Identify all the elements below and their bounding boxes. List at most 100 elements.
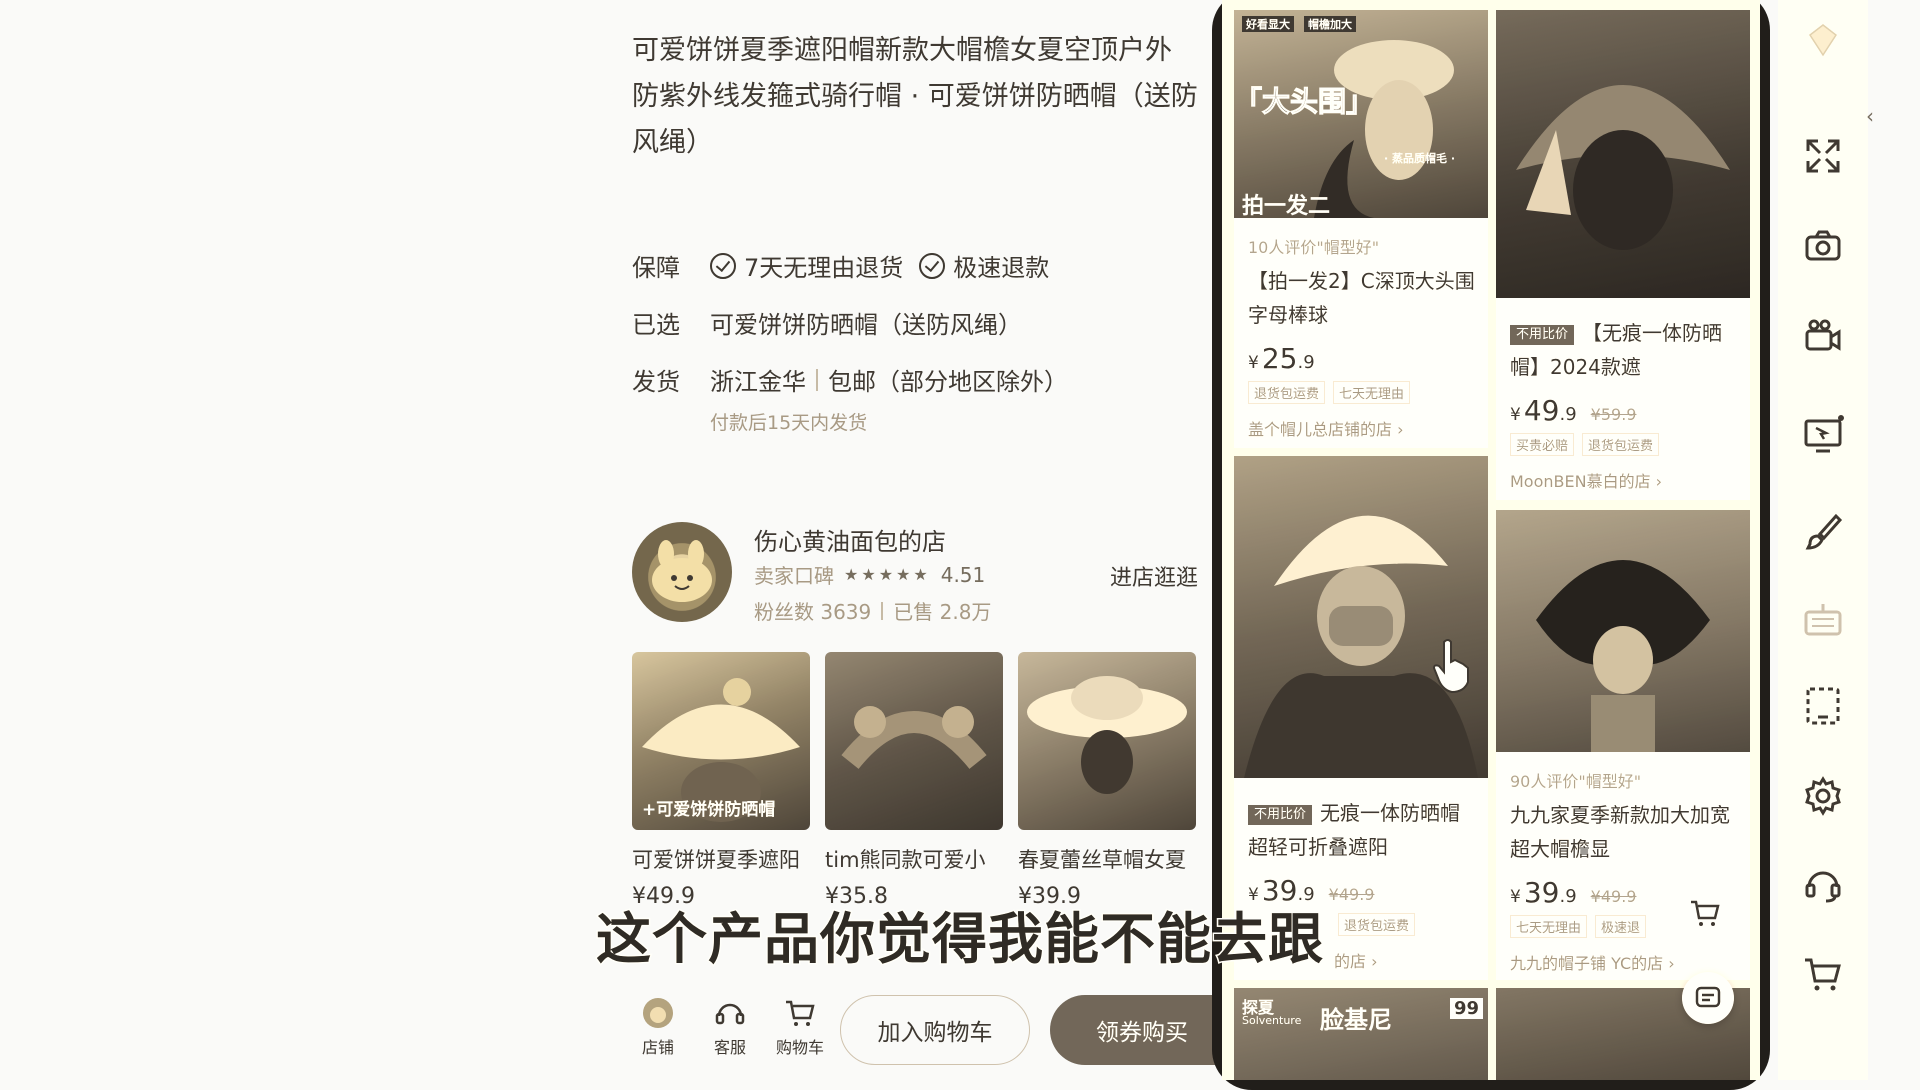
product-title: 可爱饼饼夏季遮阳帽新款大帽檐女夏空顶户外 防紫外线发箍式骑行帽 · 可爱饼饼防晒… (632, 28, 1212, 166)
service-badge: 退货包运费 (1338, 913, 1416, 936)
recommend-title: tim熊同款可爱小 (825, 848, 986, 872)
brand-label-en: Solventure (1242, 1014, 1302, 1027)
chat-float-button[interactable] (1682, 972, 1734, 1024)
add-to-cart-button[interactable]: 加入购物车 (840, 995, 1030, 1065)
selected-sku-row[interactable]: 已选 可爱饼饼防晒帽（送防风绳） (632, 305, 1022, 340)
original-price: ¥49.9 (1590, 887, 1637, 906)
yen-symbol: ¥ (1510, 887, 1521, 907)
coupon-buy-button[interactable]: 领券购买 (1050, 995, 1220, 1065)
chat-icon (1695, 986, 1721, 1008)
price-badge: 99 (1450, 998, 1484, 1019)
enter-shop-link[interactable]: 进店逛逛 (1110, 560, 1198, 592)
feed-card-title: 不用比价 无痕一体防晒帽超轻可折叠遮阳 (1248, 796, 1478, 864)
headset-icon (713, 996, 747, 1030)
shipping-note: 付款后15天内发货 (710, 412, 868, 434)
image-promo: 拍一发二 (1242, 194, 1331, 218)
feed-card-shop[interactable]: MoonBEN慕白的店 › (1510, 468, 1750, 492)
recommend-item[interactable]: 春夏蕾丝草帽女夏 ¥39.9 (1018, 652, 1196, 909)
shopping-cart-icon[interactable] (1797, 948, 1849, 1000)
screen-region-icon[interactable] (1797, 680, 1849, 732)
video-subtitle: 这个产品你觉得我能不能去跟 (594, 906, 1325, 973)
add-cart-icon[interactable] (1688, 896, 1722, 930)
store-icon (641, 996, 675, 1030)
recommend-title: 可爱饼饼夏季遮阳 (632, 848, 800, 872)
shop-rating: 卖家口碑 ★★★★★ 4.51 (754, 560, 985, 589)
no-compare-tag: 不用比价 (1510, 325, 1575, 345)
feed-card-price: ¥49.9 ¥59.9 (1510, 394, 1750, 427)
feed-card-image: 好看显大 帽檐加大 「大头围」 · 蒸品质帽毛 · 拍一发二 (1234, 10, 1488, 218)
rating-stars-icon: ★★★★★ (844, 565, 931, 584)
collapse-arrow-icon[interactable]: ‹ (1866, 104, 1874, 128)
feed-card-badges: 退货包运费 七天无理由 (1248, 381, 1488, 404)
store-button[interactable]: 店铺 (628, 996, 688, 1058)
feed-card-image (1496, 510, 1750, 752)
price-int: 25 (1261, 342, 1298, 375)
store-label: 店铺 (641, 1038, 674, 1057)
feed-card[interactable]: 不用比价 【无痕一体防晒帽】2024款遮 ¥49.9 ¥59.9 买贵必赔 退货包运… (1496, 10, 1750, 500)
emulator-toolbar (1778, 0, 1868, 1080)
recommend-item[interactable]: +可爱饼饼防晒帽 可爱饼饼夏季遮阳 ¥49.9 (632, 652, 810, 909)
product-title-line: 风绳） (632, 127, 713, 158)
no-compare-tag: 不用比价 (1248, 805, 1313, 825)
service-button[interactable]: 客服 (700, 996, 760, 1058)
feed-card-image (1496, 10, 1750, 298)
divider (881, 601, 884, 620)
shipping-origin: 浙江金华 (710, 368, 806, 396)
guarantee-return: 7天无理由退货 (744, 254, 904, 282)
image-caption: · 蒸品质帽毛 · (1384, 152, 1456, 165)
feed-card-shop[interactable]: 九九的帽子铺 YC的店 › (1510, 950, 1750, 974)
hat-image (1536, 560, 1710, 752)
shop-name[interactable]: 伤心黄油面包的店 (754, 522, 946, 557)
feed-card-shop[interactable]: 盖个帽儿总店铺的店 › (1248, 416, 1488, 440)
feed-card-eval: 90人评价"帽型好" (1510, 772, 1642, 791)
record-video-icon[interactable] (1797, 310, 1849, 362)
fullscreen-icon[interactable] (1797, 130, 1849, 182)
screenshot-camera-icon[interactable] (1797, 220, 1849, 272)
yen-symbol: ¥ (1248, 353, 1259, 373)
hat-image (841, 706, 987, 770)
vip-badge-icon[interactable] (1797, 14, 1849, 66)
cart-icon (783, 996, 817, 1030)
hat-image (1027, 676, 1187, 794)
check-circle-icon (710, 252, 736, 279)
feed-card-shop[interactable]: 的店 › (1334, 948, 1488, 972)
service-badge: 七天无理由 (1333, 381, 1411, 404)
feed-card-price: ¥25.9 (1248, 342, 1488, 375)
feed-card[interactable]: 探夏 Solventure 脸基尼 99 (1234, 988, 1488, 1080)
customer-service-icon[interactable] (1797, 858, 1849, 910)
feed-card[interactable]: 好看显大 帽檐加大 「大头围」 · 蒸品质帽毛 · 拍一发二 10人评价"帽型好… (1234, 10, 1488, 448)
rating-label: 卖家口碑 (754, 564, 834, 588)
shop-avatar-graphic (652, 540, 712, 602)
feed-card-title: 九九家夏季新款加大加宽超大帽檐显 (1510, 803, 1730, 861)
brush-tool-icon[interactable] (1797, 505, 1849, 557)
settings-gear-icon[interactable] (1797, 770, 1849, 822)
shop-stats: 粉丝数 3639 已售 2.8万 (754, 596, 991, 625)
hand-cursor-icon (1432, 638, 1474, 694)
divider (816, 368, 818, 391)
feed-card-image (1234, 456, 1488, 778)
cart-button[interactable]: 购物车 (770, 996, 830, 1058)
hat-image (1516, 85, 1730, 250)
shipping-row[interactable]: 发货 浙江金华 包邮（部分地区除外） (632, 362, 1068, 397)
feed-card-badges: 退货包运费 (1338, 913, 1488, 936)
feed-card-eval: 10人评价"帽型好" (1248, 238, 1380, 257)
guarantee-row[interactable]: 保障 7天无理由退货 极速退款 (632, 248, 1049, 283)
image-tag: 帽檐加大 (1304, 16, 1356, 32)
cart-label: 购物车 (775, 1038, 824, 1057)
recommend-image-caption: +可爱饼饼防晒帽 (642, 800, 776, 820)
selected-value: 可爱饼饼防晒帽（送防风绳） (710, 311, 1022, 339)
recommend-item[interactable]: tim熊同款可爱小 ¥35.8 (825, 652, 1003, 909)
yen-symbol: ¥ (1510, 405, 1521, 425)
screen-cast-icon[interactable] (1797, 410, 1849, 462)
service-badge: 退货包运费 (1582, 433, 1660, 456)
shop-avatar[interactable] (632, 522, 732, 622)
original-price: ¥49.9 (1328, 885, 1375, 904)
feed-card[interactable]: 90人评价"帽型好" 九九家夏季新款加大加宽超大帽檐显 ¥39.9 ¥49.9 七… (1496, 510, 1750, 980)
price-dec: .9 (1559, 404, 1577, 425)
product-title-line: 可爱饼饼夏季遮阳帽新款大帽檐女夏空顶户外 (632, 35, 1172, 66)
keyboard-icon[interactable] (1797, 595, 1849, 647)
recommend-image (1018, 652, 1196, 830)
feed-card-image: 探夏 Solventure 脸基尼 99 (1234, 988, 1488, 1080)
price-dec: .9 (1297, 352, 1315, 373)
recommend-image (825, 652, 1003, 830)
